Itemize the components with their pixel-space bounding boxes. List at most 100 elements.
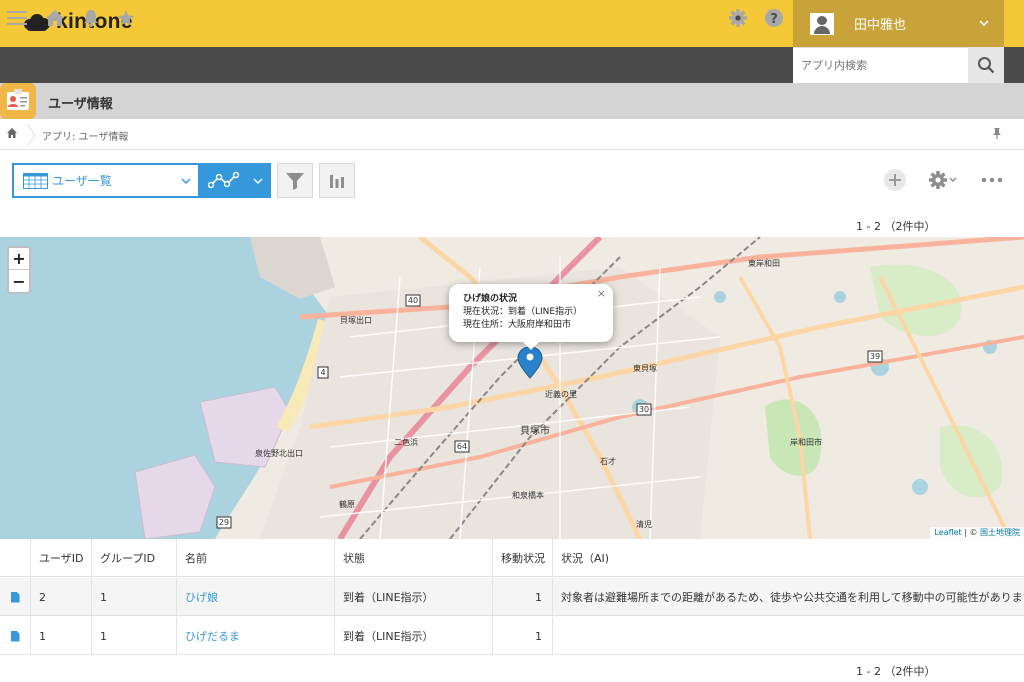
svg-text:39: 39 <box>870 352 880 361</box>
map-label: 東岸和田 <box>748 259 780 268</box>
popup-tip <box>523 342 539 350</box>
header-ai-status[interactable]: 状況（AI) <box>553 539 1024 577</box>
record-count-top: 1 - 2 （2件中） <box>856 220 936 233</box>
cell-group-id: 1 <box>92 617 177 655</box>
user-menu[interactable]: 田中雅也 <box>793 0 1004 47</box>
header-moving[interactable]: 移動状況 <box>493 539 553 577</box>
cell-name-link[interactable]: ひげだるま <box>177 617 335 655</box>
graph-button[interactable] <box>200 163 271 198</box>
app-header <box>0 83 1024 119</box>
svg-text:29: 29 <box>219 518 229 527</box>
close-icon[interactable]: × <box>597 287 606 300</box>
map-label: 和泉橋本 <box>512 491 544 500</box>
help-icon[interactable]: ? <box>763 0 785 36</box>
map-view[interactable]: 40 4 64 30 39 29 貝塚市 東岸和田 東貝塚 近義の里 二色浜 鶴… <box>0 237 1024 539</box>
menu-icon[interactable] <box>6 0 28 36</box>
chart-button[interactable] <box>319 163 355 198</box>
chevron-down-icon <box>979 20 989 27</box>
record-detail-button[interactable] <box>0 617 31 655</box>
chevron-down-icon <box>949 177 957 182</box>
search-button[interactable] <box>968 47 1004 83</box>
map-label: 貝塚出口 <box>340 316 372 325</box>
top-bar: kintone 田中雅也 <box>0 0 1024 47</box>
pin-icon[interactable] <box>992 127 1002 139</box>
plus-icon <box>884 169 906 191</box>
map-label: 岸和田市 <box>790 438 822 447</box>
gear-icon[interactable] <box>727 0 749 36</box>
cell-group-id: 1 <box>92 578 177 616</box>
home-icon[interactable] <box>6 127 18 139</box>
header-group-id[interactable]: グループID <box>92 539 177 577</box>
svg-text:30: 30 <box>639 405 649 414</box>
view-selected-label: ユーザ一覧 <box>52 174 112 188</box>
table-row: 1 1 ひげだるま 到着（LINE指示） 1 <box>0 617 1024 655</box>
more-options-button[interactable] <box>979 168 1005 192</box>
header-status[interactable]: 状態 <box>335 539 493 577</box>
filter-icon <box>286 172 304 190</box>
header-action-col <box>0 539 31 577</box>
app-settings-button[interactable] <box>925 168 961 192</box>
filter-button[interactable] <box>277 163 313 198</box>
table-view-icon <box>23 173 48 189</box>
app-search-field[interactable] <box>793 47 968 83</box>
more-icon <box>981 177 1003 183</box>
cell-name-link[interactable]: ひげ娘 <box>177 578 335 616</box>
popup-title: ひげ娘の状況 <box>463 294 518 304</box>
cell-ai-status <box>553 617 1024 655</box>
map-label: 清児 <box>636 520 652 529</box>
bar-chart-icon <box>330 174 344 188</box>
breadcrumb-app-link[interactable]: アプリ: ユーザ情報 <box>42 128 128 143</box>
attribution-separator: | © <box>961 528 980 537</box>
svg-text:4: 4 <box>320 368 325 377</box>
map-label-city: 貝塚市 <box>520 426 550 437</box>
search-icon <box>978 57 995 74</box>
cell-status: 到着（LINE指示） <box>335 578 493 616</box>
breadcrumb: アプリ: ユーザ情報 <box>0 119 1024 150</box>
bell-icon[interactable] <box>80 0 102 36</box>
svg-text:64: 64 <box>457 442 467 451</box>
home-icon[interactable] <box>44 0 66 36</box>
graph-icon <box>208 171 240 188</box>
document-icon <box>10 630 20 642</box>
map-label: 鶴原 <box>339 500 355 509</box>
table-row: 2 1 ひげ娘 到着（LINE指示） 1 対象者は避難場所までの距離があるため、… <box>0 578 1024 616</box>
gsi-link[interactable]: 国土地理院 <box>980 528 1020 537</box>
map-attribution: Leaflet | © 国土地理院 <box>930 527 1024 539</box>
app-icon[interactable] <box>0 83 36 119</box>
avatar-icon <box>810 12 834 35</box>
document-icon <box>10 591 20 603</box>
chevron-down-icon <box>253 178 263 184</box>
header-name[interactable]: 名前 <box>177 539 335 577</box>
svg-text:40: 40 <box>408 296 418 305</box>
record-detail-button[interactable] <box>0 578 31 616</box>
cell-moving: 1 <box>493 578 553 616</box>
header-user-id[interactable]: ユーザID <box>31 539 92 577</box>
table-header-row: ユーザID グループID 名前 状態 移動状況 状況（AI) <box>0 539 1024 577</box>
user-name: 田中雅也 <box>854 18 907 33</box>
map-label: 近義の里 <box>545 390 577 399</box>
map-label: 石才 <box>600 457 616 466</box>
map-popup: × ひげ娘の状況 現在状況：到着（LINE指示） 現在住所：大阪府岸和田市 <box>449 284 613 350</box>
record-count-bottom: 1 - 2 （2件中） <box>856 665 936 678</box>
app-search-input[interactable] <box>793 48 968 83</box>
gear-icon <box>929 171 947 189</box>
star-icon[interactable] <box>115 0 137 36</box>
zoom-in-button[interactable]: + <box>9 248 29 270</box>
cell-user-id: 2 <box>31 578 92 616</box>
cell-moving: 1 <box>493 617 553 655</box>
view-selector[interactable]: ユーザ一覧 <box>12 163 200 198</box>
svg-text:?: ? <box>770 12 778 27</box>
cell-ai-status: 対象者は避難場所までの距離があるため、徒歩や公共交通を利用して移動中の可能性があ… <box>561 591 1024 604</box>
map-label: 二色浜 <box>394 438 418 447</box>
popup-address-line: 現在住所：大阪府岸和田市 <box>463 320 572 330</box>
leaflet-link[interactable]: Leaflet <box>934 528 961 537</box>
map-label: 東貝塚 <box>633 364 657 373</box>
map-zoom-control: + − <box>7 246 31 294</box>
popup-status-line: 現在状況：到着（LINE指示） <box>463 307 583 317</box>
chevron-down-icon <box>181 178 191 184</box>
cell-user-id: 1 <box>31 617 92 655</box>
cell-status: 到着（LINE指示） <box>335 617 493 655</box>
zoom-out-button[interactable]: − <box>9 270 29 292</box>
add-record-button[interactable] <box>883 168 907 192</box>
app-title: ユーザ情報 <box>48 97 113 112</box>
